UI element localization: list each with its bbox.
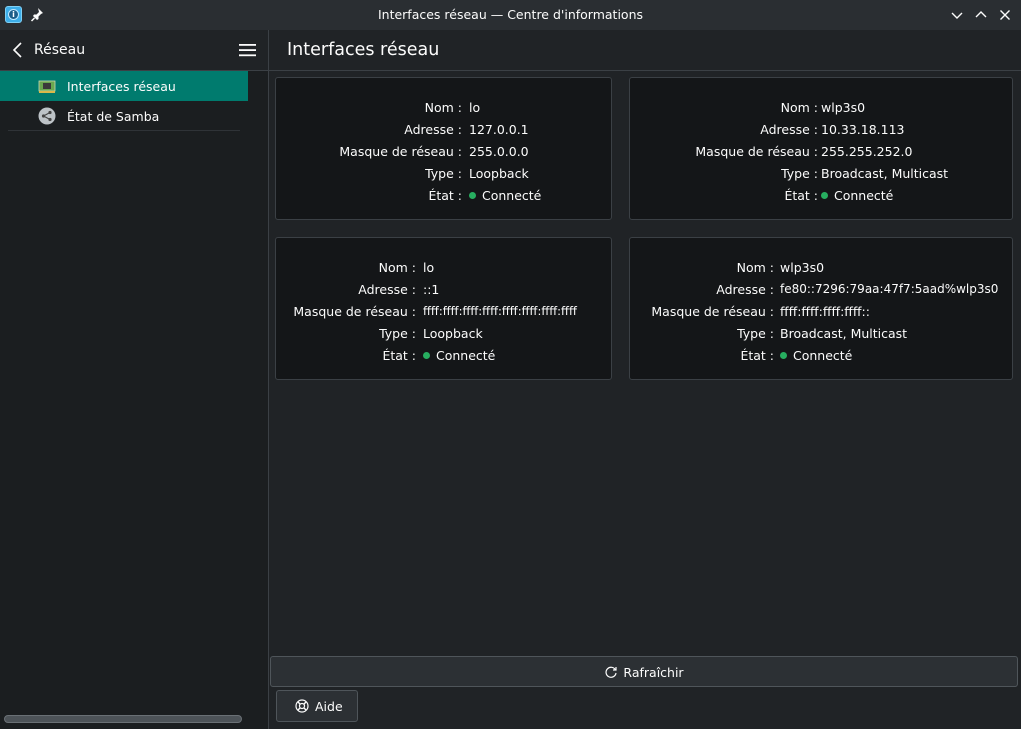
close-icon — [1000, 10, 1010, 20]
sidebar: Réseau Interfaces réseau État de Samba — [0, 30, 268, 729]
state-value: Connecté — [793, 348, 853, 363]
name-value: lo — [423, 260, 435, 275]
sidebar-item-network-interfaces[interactable]: Interfaces réseau — [0, 71, 248, 101]
sidebar-separator — [8, 130, 240, 131]
type-value: Loopback — [469, 166, 529, 181]
help-button[interactable]: Aide — [276, 690, 358, 722]
window-titlebar: i Interfaces réseau — Centre d'informati… — [0, 0, 1021, 30]
name-value: wlp3s0 — [821, 100, 866, 115]
type-label: Type : — [425, 166, 462, 181]
back-arrow-icon[interactable] — [10, 40, 26, 60]
type-value: Loopback — [423, 326, 483, 341]
sidebar-item-label: État de Samba — [67, 109, 160, 124]
share-icon — [38, 107, 56, 125]
refresh-button[interactable]: Rafraîchir — [270, 656, 1018, 687]
state-label: État : — [740, 348, 774, 363]
address-label: Adresse : — [358, 282, 416, 297]
refresh-icon — [605, 666, 618, 678]
type-label: Type : — [781, 166, 818, 181]
netmask-label: Masque de réseau : — [651, 304, 774, 319]
interface-card: Nom : wlp3s0 Adresse :10.33.18.113 Masque… — [629, 77, 1013, 220]
main-header: Interfaces réseau — [269, 30, 1021, 71]
name-value: lo — [469, 100, 481, 115]
help-label: Aide — [315, 699, 343, 714]
interface-card: Nom : lo Adresse :::1 Masque de réseau : f… — [275, 237, 612, 380]
refresh-label: Rafraîchir — [623, 665, 684, 680]
address-value: fe80::7296:79aa:47f7:5aad%wlp3s0 — [780, 282, 999, 296]
hamburger-menu-icon[interactable] — [239, 42, 256, 58]
network-card-icon — [38, 80, 56, 93]
minimize-icon — [951, 12, 963, 19]
netmask-value: 255.0.0.0 — [469, 144, 529, 159]
state-value: Connecté — [436, 348, 496, 363]
sidebar-horizontal-scrollbar[interactable] — [4, 715, 242, 723]
address-value: 127.0.0.1 — [469, 122, 529, 137]
connected-status-dot — [821, 192, 828, 199]
netmask-label: Masque de réseau : — [695, 144, 818, 159]
netmask-value: 255.255.252.0 — [821, 144, 913, 159]
help-lifebuoy-icon — [295, 699, 309, 713]
type-label: Type : — [737, 326, 774, 341]
sidebar-item-label: Interfaces réseau — [67, 79, 176, 94]
netmask-label: Masque de réseau : — [293, 304, 416, 319]
sidebar-header: Réseau — [0, 30, 268, 71]
state-value: Connecté — [834, 188, 894, 203]
address-label: Adresse : — [404, 122, 462, 137]
netmask-label: Masque de réseau : — [339, 144, 462, 159]
maximize-button[interactable] — [972, 6, 990, 24]
interface-card: Nom : wlp3s0 Adresse : fe80::7296:79aa:47f… — [629, 237, 1013, 380]
name-label: Nom : — [780, 100, 818, 115]
panel-divider[interactable] — [268, 30, 269, 729]
connected-status-dot — [469, 192, 476, 199]
type-label: Type : — [379, 326, 416, 341]
state-value: Connecté — [482, 188, 542, 203]
sidebar-title: Réseau — [34, 42, 86, 58]
name-value: wlp3s0 — [780, 260, 825, 275]
page-title: Interfaces réseau — [287, 40, 440, 60]
connected-status-dot — [780, 352, 787, 359]
minimize-button[interactable] — [948, 6, 966, 24]
sidebar-item-samba-status[interactable]: État de Samba — [0, 101, 248, 131]
state-label: État : — [428, 188, 462, 203]
address-value: 10.33.18.113 — [821, 122, 905, 137]
close-button[interactable] — [996, 6, 1014, 24]
netmask-value: ffff:ffff:ffff:ffff:ffff:ffff:ffff:ffff — [423, 304, 577, 318]
type-value: Broadcast, Multicast — [780, 326, 908, 341]
state-label: État : — [784, 188, 818, 203]
window-title: Interfaces réseau — Centre d'information… — [377, 7, 644, 22]
address-value: ::1 — [423, 282, 440, 297]
address-label: Adresse : — [716, 282, 774, 297]
name-label: Nom : — [736, 260, 774, 275]
name-label: Nom : — [378, 260, 416, 275]
interface-card: Nom : lo Adresse : 127.0.0.1 Masque de rés… — [275, 77, 612, 220]
netmask-value: ffff:ffff:ffff:ffff:: — [780, 304, 870, 319]
maximize-icon — [975, 11, 987, 18]
name-label: Nom : — [424, 100, 462, 115]
address-label: Adresse : — [760, 122, 818, 137]
connected-status-dot — [423, 352, 430, 359]
type-value: Broadcast, Multicast — [821, 166, 949, 181]
state-label: État : — [382, 348, 416, 363]
